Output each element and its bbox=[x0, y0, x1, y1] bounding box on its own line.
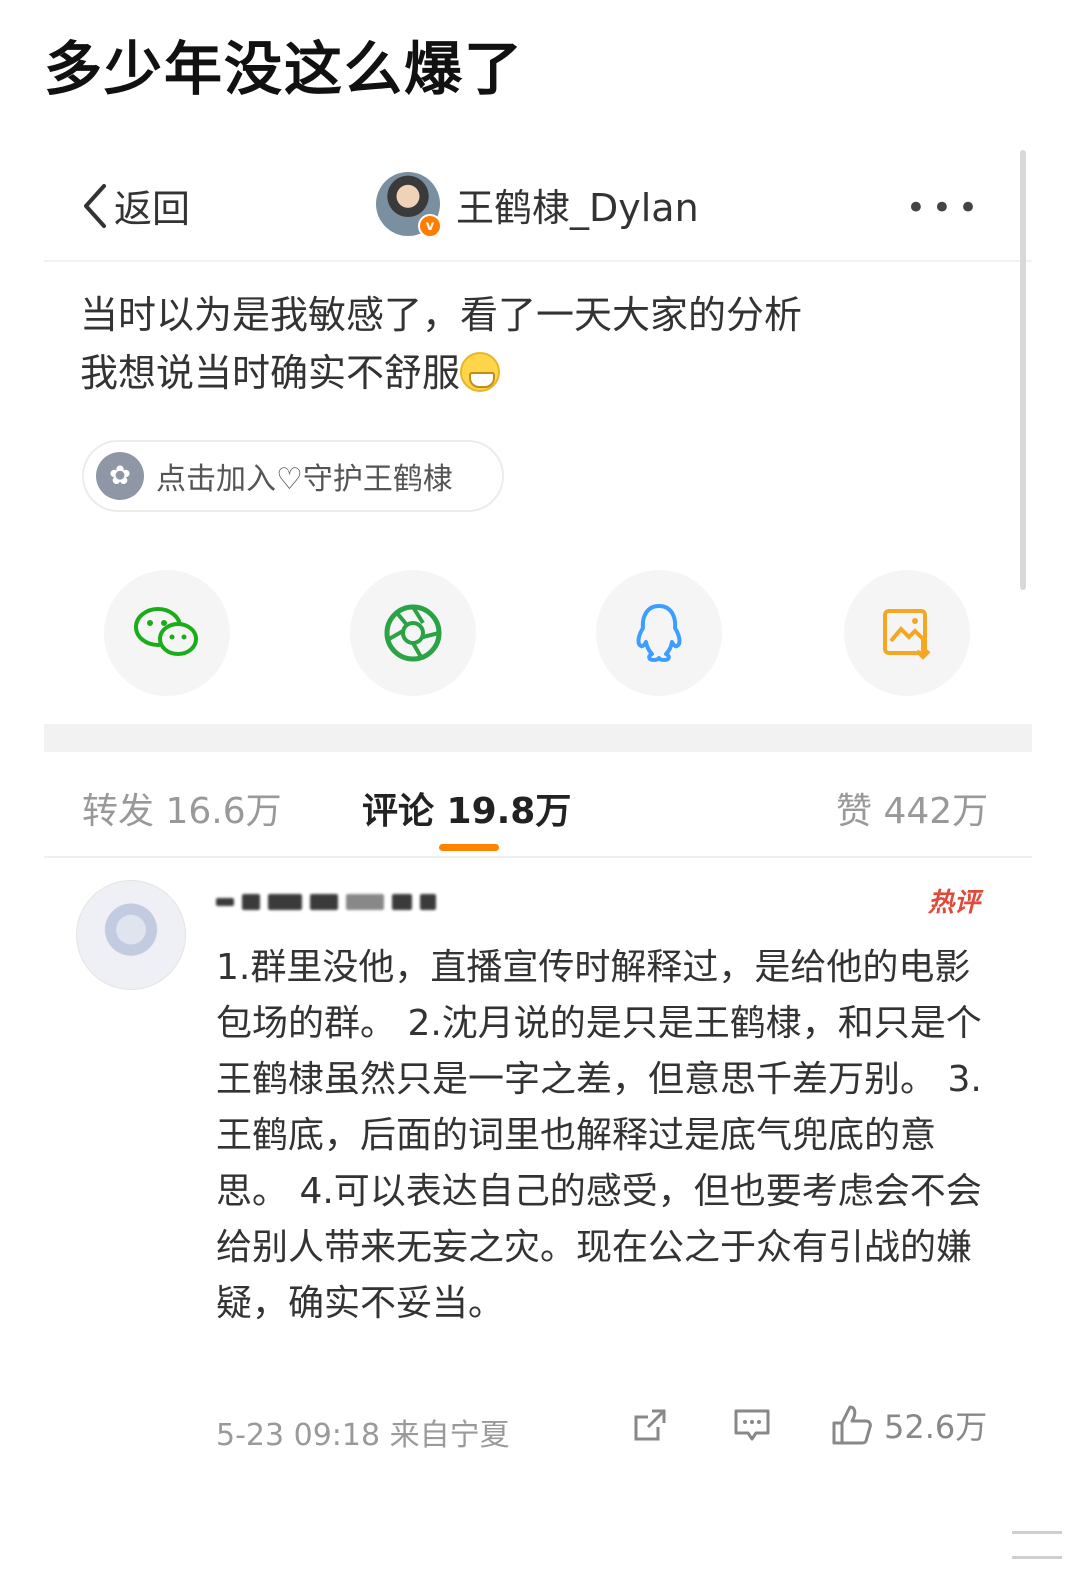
image-download-icon bbox=[883, 609, 931, 660]
menu-icon bbox=[1012, 1531, 1062, 1559]
active-tab-indicator bbox=[439, 844, 499, 851]
comment-actions: 52.6万 bbox=[630, 1402, 987, 1448]
commenter-name-blurred[interactable] bbox=[216, 890, 436, 914]
fan-group-tag[interactable]: ✿ 点击加入♡守护王鹤棣 bbox=[82, 440, 504, 512]
verified-badge: v bbox=[418, 214, 442, 238]
weibo-post-card: 返回 v 王鹤棣_Dylan ••• 当时以为是我敏感了，看了一天大家的分析 我… bbox=[44, 150, 1032, 1470]
commenter-avatar[interactable] bbox=[76, 880, 186, 990]
save-image-button[interactable] bbox=[844, 570, 970, 696]
comment-meta: 5-23 09:18 来自宁夏 bbox=[216, 1418, 510, 1453]
share-row bbox=[104, 570, 974, 698]
flower-icon: ✿ bbox=[96, 452, 144, 500]
grin-emoji-icon bbox=[460, 352, 501, 392]
back-label: 返回 bbox=[114, 187, 191, 231]
tab-likes[interactable]: 赞 442万 bbox=[836, 782, 988, 834]
post-author[interactable]: v 王鹤棣_Dylan bbox=[376, 172, 699, 238]
moments-icon bbox=[384, 604, 442, 662]
share-icon[interactable] bbox=[630, 1405, 670, 1445]
avatar[interactable]: v bbox=[376, 172, 442, 238]
share-wechat-button[interactable] bbox=[104, 570, 230, 696]
more-options-button[interactable]: ••• bbox=[906, 188, 984, 228]
fan-group-label: 点击加入♡守护王鹤棣 bbox=[156, 462, 453, 497]
section-divider bbox=[44, 724, 1032, 752]
like-icon[interactable] bbox=[830, 1403, 874, 1447]
reply-icon[interactable] bbox=[732, 1405, 772, 1445]
share-moments-button[interactable] bbox=[350, 570, 476, 696]
wechat-icon bbox=[134, 607, 198, 656]
scrollbar[interactable] bbox=[1020, 150, 1026, 590]
comment-text: 1.群里没他，直播宣传时解释过，是给他的电影包场的群。 2.沈月说的是只是王鹤棣… bbox=[216, 947, 982, 1324]
post-line-1: 当时以为是我敏感了，看了一天大家的分析 bbox=[80, 293, 803, 337]
qq-icon bbox=[636, 604, 682, 662]
post-line-2: 我想说当时确实不舒服 bbox=[80, 351, 461, 395]
username[interactable]: 王鹤棣_Dylan bbox=[456, 177, 699, 232]
chevron-left-icon bbox=[84, 183, 106, 228]
tab-repost[interactable]: 转发 16.6万 bbox=[82, 782, 282, 834]
tab-comments[interactable]: 评论 19.8万 bbox=[362, 782, 571, 834]
hot-comment-badge: 热评 bbox=[927, 888, 980, 918]
back-button[interactable]: 返回 bbox=[80, 178, 190, 233]
post-text: 当时以为是我敏感了，看了一天大家的分析 我想说当时确实不舒服 bbox=[80, 286, 960, 402]
share-qq-button[interactable] bbox=[596, 570, 722, 696]
post-tabs: 转发 16.6万 评论 19.8万 赞 442万 bbox=[44, 752, 1032, 858]
post-header: 返回 v 王鹤棣_Dylan ••• bbox=[44, 150, 1032, 262]
like-count: 52.6万 bbox=[884, 1408, 988, 1446]
page-title: 多少年没这么爆了 bbox=[44, 35, 525, 103]
